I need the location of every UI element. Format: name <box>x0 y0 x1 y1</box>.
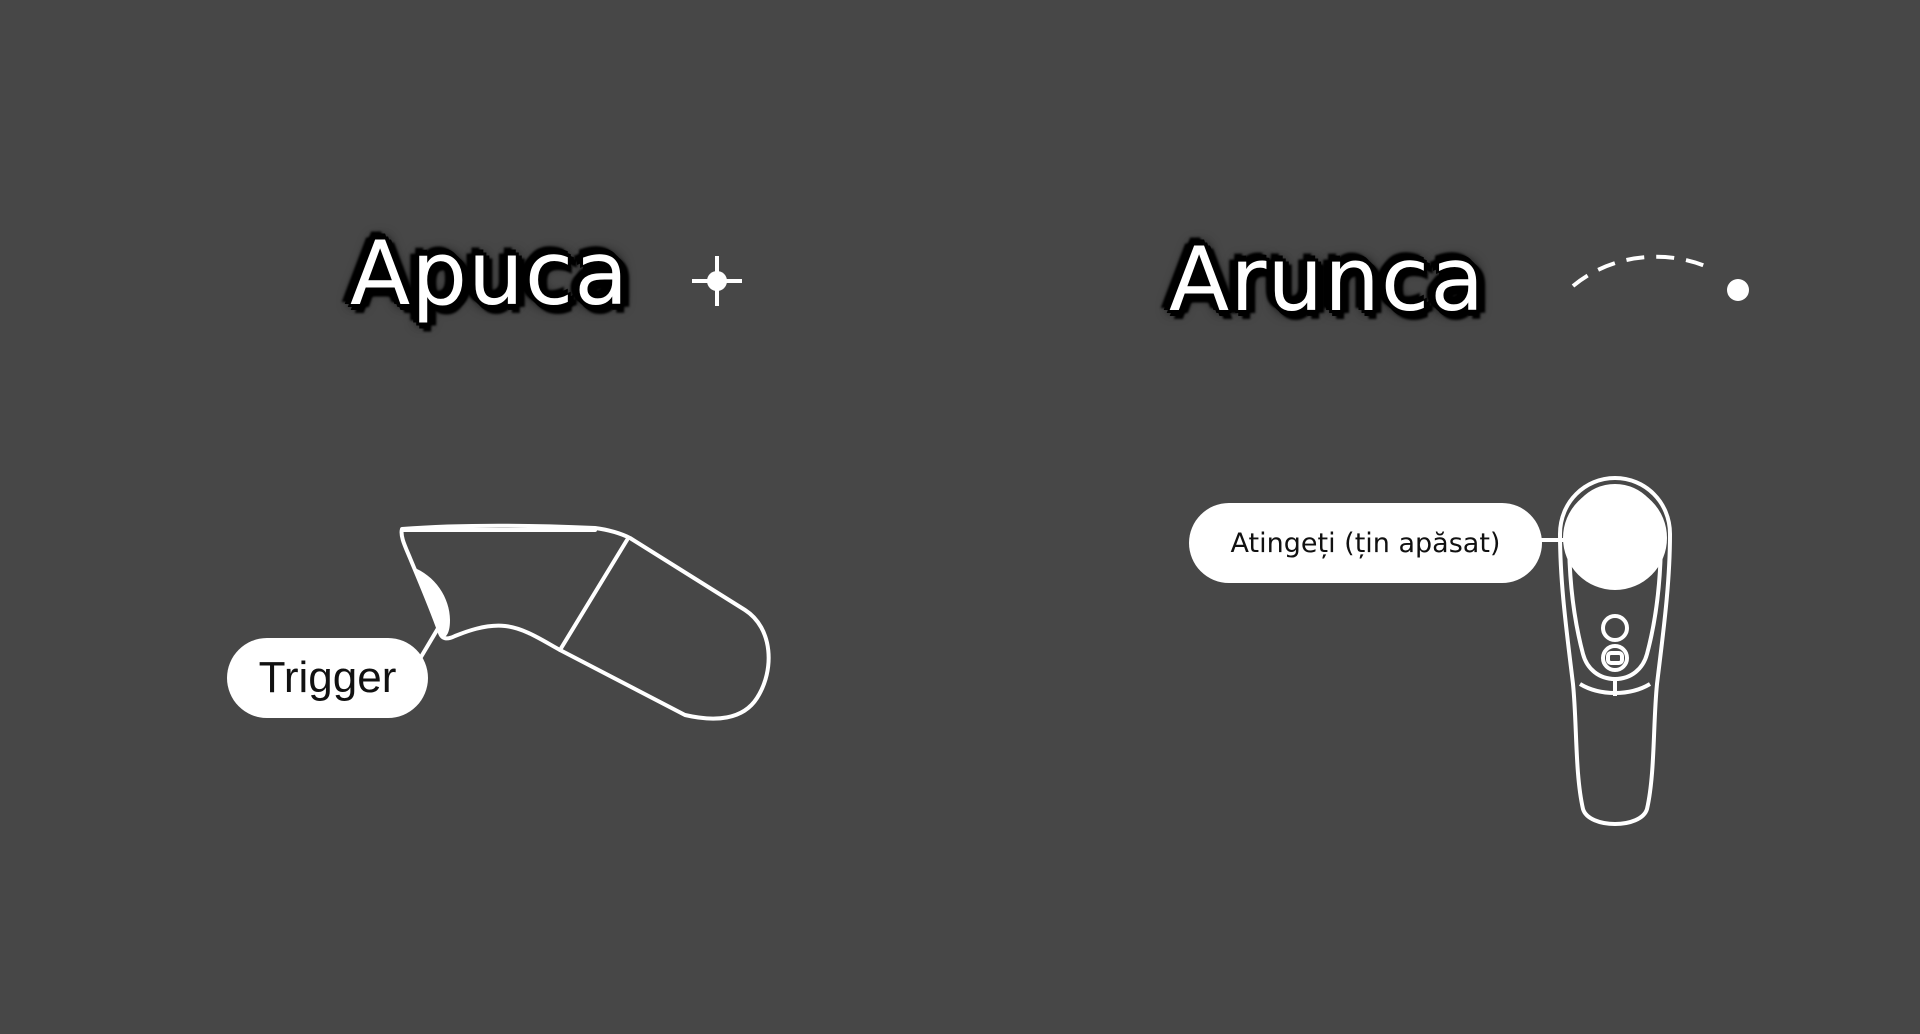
controller-side-view-icon <box>399 523 771 721</box>
grab-title: Apuca <box>350 222 630 325</box>
touchpad <box>1563 486 1667 590</box>
crosshair-icon <box>692 256 742 306</box>
touch-hold-label: Atingeți (țin apăsat) <box>1189 503 1542 583</box>
throw-title: Arunca <box>1169 228 1486 331</box>
grab-panel: Apuca Trigger <box>0 0 960 1034</box>
dashed-arc-trajectory-icon <box>1571 254 1749 301</box>
controller-top-view-icon <box>1558 476 1672 826</box>
throw-panel: Arunca Atingeți (țin apăsat) <box>960 0 1920 1034</box>
instruction-screen: Apuca Trigger Arunca Atingeți (țin apăsa… <box>0 0 1920 1034</box>
trigger-label: Trigger <box>227 638 428 718</box>
